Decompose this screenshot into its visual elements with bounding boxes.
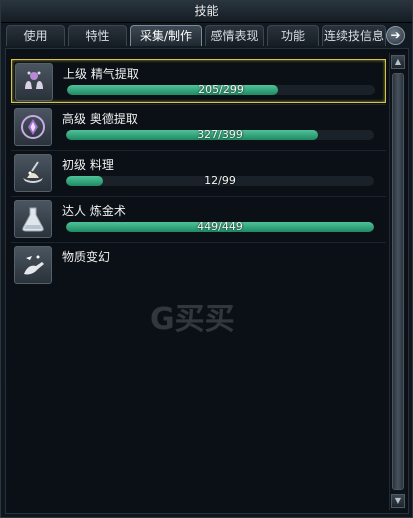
- skill-name: 上级 精气提取: [63, 67, 139, 81]
- alchemy-icon: [14, 200, 52, 238]
- skill-name: 物质变幻: [62, 250, 111, 264]
- window-title: 技能: [1, 1, 412, 23]
- tab-gather-craft[interactable]: 采集/制作: [130, 25, 202, 46]
- progress-text: 449/449: [197, 221, 243, 233]
- scroll-thumb[interactable]: [392, 73, 404, 490]
- watermark-logo: G买买: [150, 302, 235, 337]
- tab-emotes[interactable]: 感情表现: [205, 25, 264, 46]
- scroll-up-icon[interactable]: ▲: [391, 55, 405, 69]
- skill-window: 技能 使用 特性 采集/制作 感情表现 功能 连续技信息 ➔ 上级 精气提取 2…: [0, 0, 413, 518]
- tab-functions[interactable]: 功能: [267, 25, 319, 46]
- skill-list: 上级 精气提取 205/299 高级 奥德提取 327/399 初级 料理 12…: [5, 48, 409, 514]
- skill-name: 达人 炼金术: [62, 204, 126, 218]
- tab-bar: 使用 特性 采集/制作 感情表现 功能 连续技信息: [6, 25, 409, 47]
- skill-progress-bar: 327/399: [65, 129, 375, 141]
- skill-row-alchemy[interactable]: 达人 炼金术 449/449: [11, 197, 386, 241]
- tab-use[interactable]: 使用: [6, 25, 65, 46]
- skill-row-cooking[interactable]: 初级 料理 12/99: [11, 151, 386, 195]
- tab-combo-info[interactable]: 连续技信息: [322, 25, 386, 46]
- skill-name: 高级 奥德提取: [62, 112, 138, 126]
- scrollbar[interactable]: ▲ ▼: [389, 53, 406, 510]
- skill-progress-bar: 449/449: [65, 221, 375, 233]
- next-tab-arrow-icon[interactable]: ➔: [386, 26, 405, 45]
- aether-extraction-icon: [14, 108, 52, 146]
- scroll-down-icon[interactable]: ▼: [391, 494, 405, 508]
- skill-progress-bar: 205/299: [66, 84, 376, 96]
- skill-row-morph-substance[interactable]: 物质变幻: [11, 243, 386, 287]
- progress-text: 12/99: [204, 175, 236, 187]
- skill-name: 初级 料理: [62, 158, 114, 172]
- skill-row-essence-extraction[interactable]: 上级 精气提取 205/299: [11, 59, 386, 103]
- progress-text: 205/299: [198, 84, 244, 96]
- cooking-icon: [14, 154, 52, 192]
- svg-text:G买买: G买买: [150, 302, 235, 337]
- skill-progress-bar: 12/99: [65, 175, 375, 187]
- tab-traits[interactable]: 特性: [68, 25, 127, 46]
- morph-substance-icon: [14, 246, 52, 284]
- essence-extraction-icon: [15, 63, 53, 101]
- skill-row-aether-extraction[interactable]: 高级 奥德提取 327/399: [11, 105, 386, 149]
- progress-text: 327/399: [197, 129, 243, 141]
